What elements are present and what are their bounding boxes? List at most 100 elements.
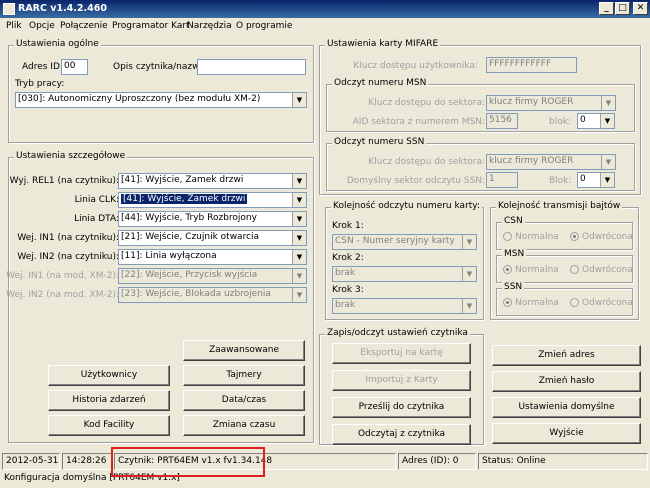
detail-select-clk[interactable]: [41]: Wyjście, Zamek drzwi ▼ — [118, 192, 307, 208]
menu-card-programmer[interactable]: Programator Kart — [112, 21, 190, 31]
detail-select-in2[interactable]: [11]: Linia wyłączona ▼ — [118, 249, 307, 265]
byte-order-group: Kolejność transmisji bajtów CSN Normalna… — [490, 201, 639, 320]
time-change-button[interactable]: Zmiana czasu — [183, 415, 305, 436]
step2-label: Krok 2: — [332, 253, 364, 263]
step1-label: Krok 1: — [332, 221, 364, 231]
address-input[interactable]: 00 — [61, 59, 88, 75]
chevron-down-icon[interactable]: ▼ — [292, 193, 306, 207]
menu-tools[interactable]: Narzędzia — [187, 21, 232, 31]
chevron-down-icon[interactable]: ▼ — [292, 212, 306, 226]
step1-select: CSN - Numer seryjny karty ▼ — [332, 234, 477, 250]
detail-select-dta[interactable]: [44]: Wyjście, Tryb Rozbrojony ▼ — [118, 211, 307, 227]
description-label: Opis czytnika/nazwa: — [113, 62, 209, 72]
datetime-button[interactable]: Data/czas — [183, 390, 305, 411]
msn-block-select[interactable]: 0 ▼ — [577, 113, 615, 129]
chevron-down-icon: ▼ — [462, 299, 476, 313]
users-button[interactable]: Użytkownicy — [48, 365, 170, 386]
step3-label: Krok 3: — [332, 285, 364, 295]
chevron-down-icon[interactable]: ▼ — [292, 231, 306, 245]
default-settings-button[interactable]: Ustawienia domyślne — [492, 397, 641, 418]
send-to-reader-button[interactable]: Prześlij do czytnika — [332, 397, 471, 418]
read-from-reader-button[interactable]: Odczytaj z czytnika — [332, 424, 471, 445]
mode-select[interactable]: [030]: Autonomiczny Uproszczony (bez mod… — [15, 92, 307, 108]
csn-normal-radio: Normalna — [503, 232, 559, 242]
title-bar: RARC v1.4.2.460 _ □ ✕ — [0, 0, 650, 18]
description-input[interactable] — [197, 59, 306, 75]
exit-button[interactable]: Wyjście — [492, 423, 641, 444]
ssn-group: Odczyt numeru SSN Klucz dostępu do sekto… — [326, 137, 635, 191]
chevron-down-icon[interactable]: ▼ — [292, 174, 306, 188]
chevron-down-icon: ▼ — [462, 235, 476, 249]
detail-label-in2: Wej. IN2 (na czytniku): — [17, 252, 119, 262]
msn-aid-input: 5156 — [486, 113, 518, 129]
step2-select: brak ▼ — [332, 266, 477, 282]
chevron-down-icon[interactable]: ▼ — [292, 250, 306, 264]
menu-bar: Plik Opcje Połączenie Programator Kart N… — [0, 18, 650, 35]
export-to-card-button: Eksportuj na kartę — [332, 343, 471, 364]
event-history-button[interactable]: Historia zdarzeń — [48, 390, 170, 411]
chevron-down-icon: ▼ — [462, 267, 476, 281]
msn-group: Odczyt numeru MSN Klucz dostępu do sekto… — [326, 78, 635, 132]
user-key-input: FFFFFFFFFFFF — [486, 57, 577, 73]
user-key-label: Klucz dostępu użytkownika: — [353, 61, 478, 71]
ssn-key-label: Klucz dostępu do sektora: — [368, 157, 485, 167]
detail-select-rel1[interactable]: [41]: Wyjście, Zamek drzwi ▼ — [118, 173, 307, 189]
chevron-down-icon[interactable]: ▼ — [600, 114, 614, 128]
menu-file[interactable]: Plik — [6, 21, 22, 31]
byte-order-title: Kolejność transmisji bajtów — [496, 201, 623, 211]
msn-normal-radio: Normalna — [503, 265, 559, 275]
menu-connection[interactable]: Połączenie — [60, 21, 108, 31]
radio-icon — [570, 265, 579, 274]
radio-selected-icon — [503, 265, 512, 274]
general-settings-group: Ustawienia ogólne Adres ID: 00 Opis czyt… — [8, 39, 314, 143]
window-title: RARC v1.4.2.460 — [18, 3, 107, 14]
step3-select: brak ▼ — [332, 298, 477, 314]
read-order-title: Kolejność odczytu numeru karty: — [331, 201, 482, 211]
minimize-button[interactable]: _ — [599, 2, 614, 15]
mifare-settings-title: Ustawienia karty MIFARE — [325, 39, 441, 49]
status-address: Adres (ID): 0 — [398, 453, 476, 470]
ssn-normal-radio: Normalna — [503, 298, 559, 308]
csn-byte-title: CSN — [502, 216, 525, 226]
maximize-button[interactable]: □ — [615, 2, 630, 15]
menu-options[interactable]: Opcje — [29, 21, 55, 31]
menu-about[interactable]: O programie — [236, 21, 292, 31]
mifare-settings-group: Ustawienia karty MIFARE Klucz dostępu uż… — [319, 39, 641, 195]
import-from-card-button: Importuj z Karty — [332, 370, 471, 391]
chevron-down-icon[interactable]: ▼ — [292, 93, 306, 107]
status-date: 2012-05-31 — [2, 453, 60, 470]
msn-key-label: Klucz dostępu do sektora: — [368, 98, 485, 108]
radio-selected-icon — [570, 232, 579, 241]
address-label: Adres ID: — [22, 62, 63, 72]
app-icon — [3, 3, 15, 15]
radio-icon — [570, 298, 579, 307]
change-password-button[interactable]: Zmień hasło — [492, 371, 641, 392]
advanced-button[interactable]: Zaawansowane — [183, 340, 305, 361]
timers-button[interactable]: Tajmery — [183, 365, 305, 386]
ssn-key-select: klucz firmy ROGER ▼ — [486, 154, 616, 170]
ssn-title: Odczyt numeru SSN — [332, 137, 427, 147]
close-button[interactable]: ✕ — [633, 2, 648, 15]
chevron-down-icon: ▼ — [601, 96, 615, 110]
detail-select-in1[interactable]: [21]: Wejście, Czujnik otwarcia ▼ — [118, 230, 307, 246]
csn-reversed-radio: Odwrócona — [570, 232, 633, 242]
ssn-block-label: Blok: — [549, 176, 572, 186]
ssn-block-select[interactable]: 0 ▼ — [577, 172, 615, 188]
read-write-title: Zapis/odczyt ustawień czytnika — [325, 328, 470, 338]
radio-selected-icon — [503, 298, 512, 307]
facility-code-button[interactable]: Kod Facility — [48, 415, 170, 436]
chevron-down-icon[interactable]: ▼ — [600, 173, 614, 187]
msn-block-label: blok: — [549, 117, 571, 127]
ssn-sector-input: 1 — [486, 172, 518, 188]
msn-aid-label: AID sektora z numerem MSN: — [352, 117, 485, 127]
change-address-button[interactable]: Zmień adres — [492, 345, 641, 366]
csn-byte-group: CSN Normalna Odwrócona — [496, 216, 633, 250]
detail-select-xm-in1: [22]: Wejście, Przycisk wyjścia ▼ — [118, 268, 307, 284]
chevron-down-icon: ▼ — [292, 269, 306, 283]
highlight-box — [111, 447, 265, 477]
read-write-group: Zapis/odczyt ustawień czytnika Eksportuj… — [319, 328, 484, 445]
ssn-reversed-radio: Odwrócona — [570, 298, 633, 308]
msn-reversed-radio: Odwrócona — [570, 265, 633, 275]
msn-title: Odczyt numeru MSN — [332, 78, 429, 88]
msn-byte-title: MSN — [502, 249, 527, 259]
